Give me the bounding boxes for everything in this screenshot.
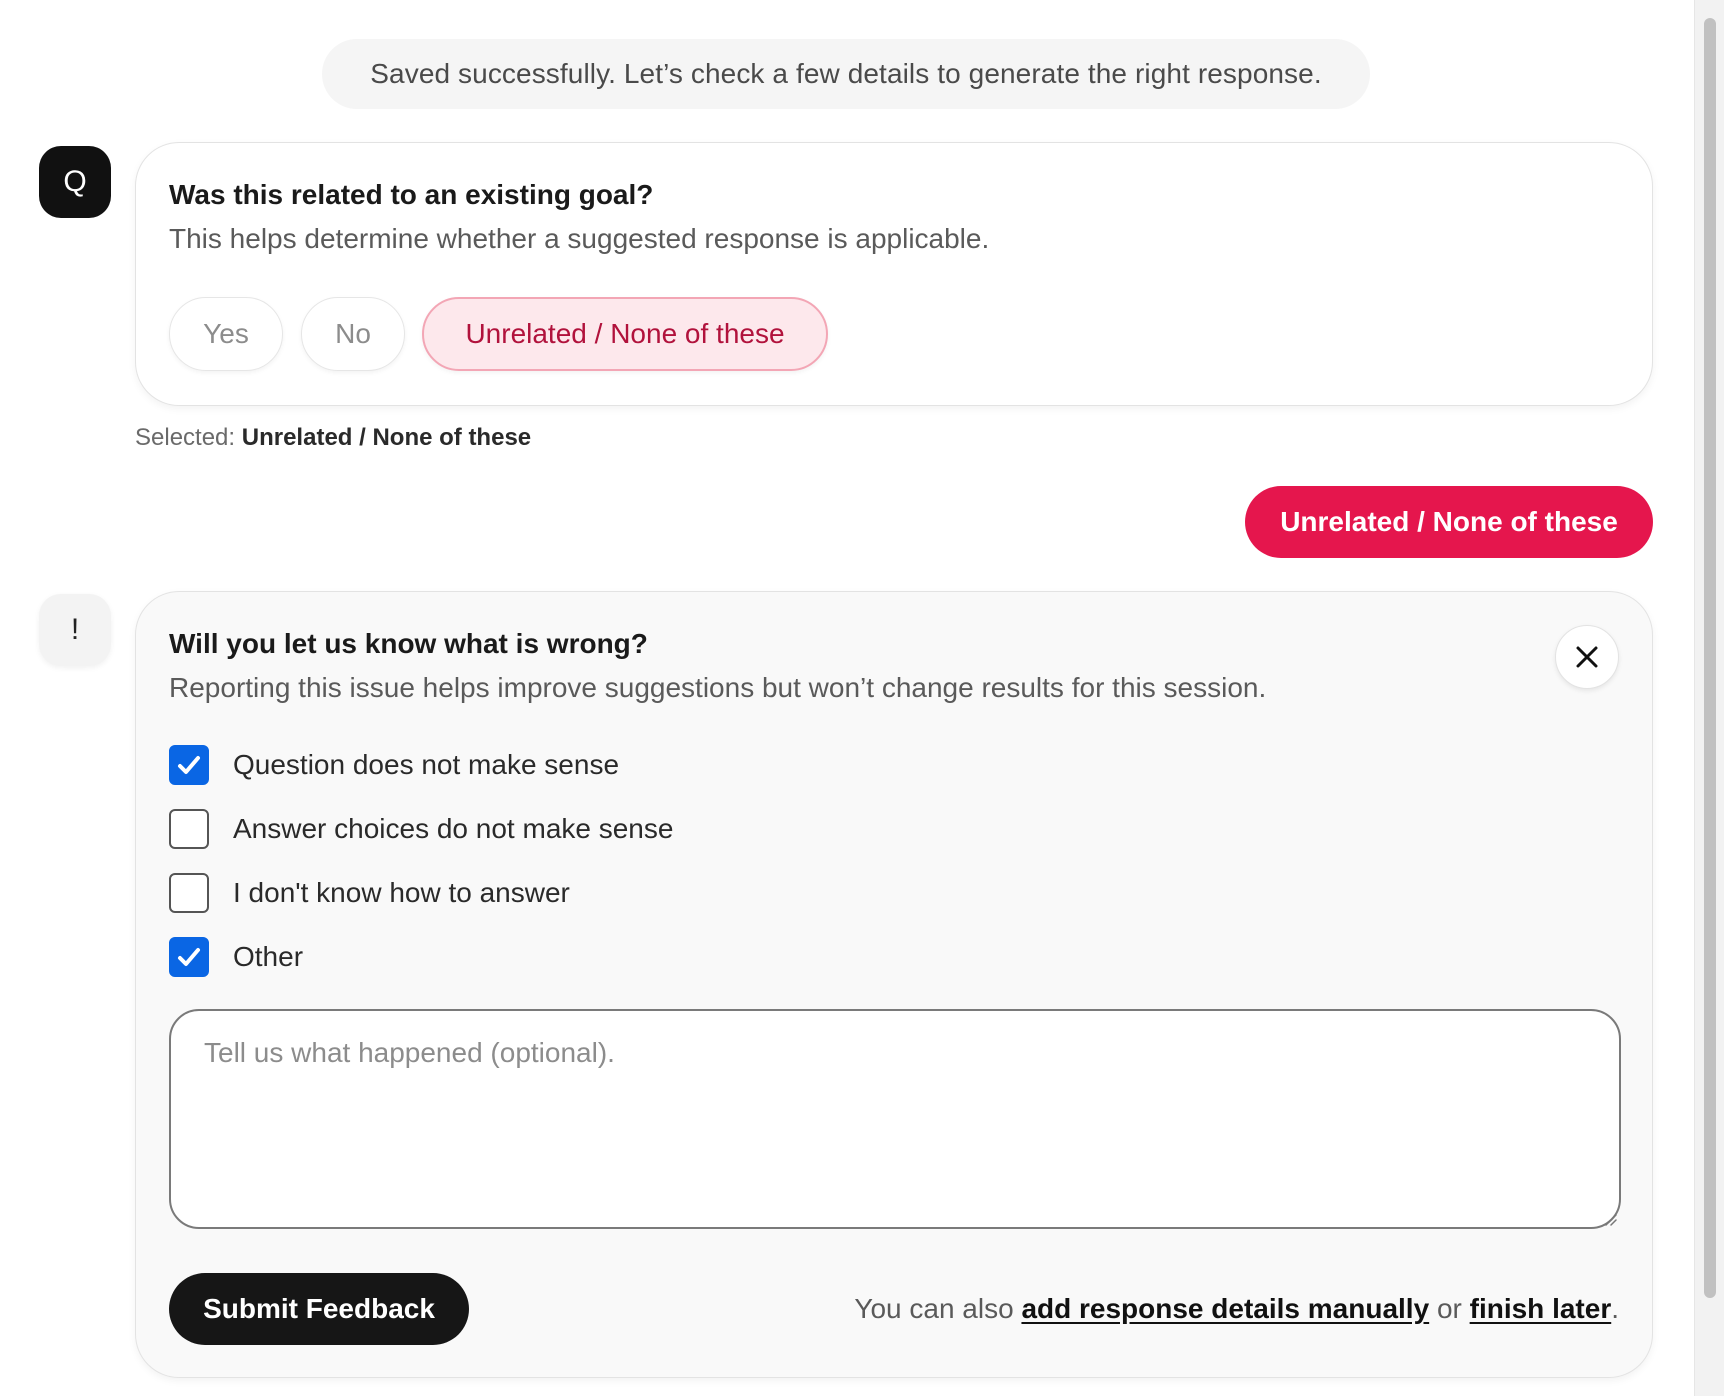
checkmark-icon	[178, 948, 200, 966]
selection-summary-prefix: Selected:	[135, 424, 236, 451]
choice-yes-button[interactable]: Yes	[169, 297, 283, 371]
scrollbar-thumb[interactable]	[1704, 18, 1716, 1298]
option-question-nonsense[interactable]: Question does not make sense	[169, 744, 619, 786]
add-details-manually-link[interactable]: add response details manually	[1021, 1293, 1429, 1324]
option-label: Answer choices do not make sense	[233, 813, 674, 844]
resize-grip-icon[interactable]	[1603, 1212, 1617, 1226]
option-dont-know[interactable]: I don't know how to answer	[169, 872, 570, 914]
footer-suffix: .	[1611, 1293, 1619, 1324]
finish-later-link[interactable]: finish later	[1470, 1293, 1612, 1324]
checkbox-dont-know[interactable]	[169, 873, 209, 913]
goal-question-subtitle: This helps determine whether a suggested…	[169, 223, 990, 254]
choice-unrelated-button[interactable]: Unrelated / None of these	[422, 297, 828, 371]
checkbox-answers-nonsense[interactable]	[169, 809, 209, 849]
checkbox-question-nonsense[interactable]	[169, 745, 209, 785]
selection-summary: Selected: Unrelated / None of these	[135, 424, 531, 452]
feedback-textarea[interactable]	[169, 1009, 1621, 1229]
checkbox-other[interactable]	[169, 937, 209, 977]
goal-question-card: Was this related to an existing goal? Th…	[135, 142, 1653, 406]
option-label: I don't know how to answer	[233, 877, 570, 908]
choice-no-button[interactable]: No	[301, 297, 405, 371]
option-answers-nonsense[interactable]: Answer choices do not make sense	[169, 808, 673, 850]
status-message: Saved successfully. Let’s check a few de…	[322, 39, 1370, 109]
user-answer-bubble: Unrelated / None of these	[1245, 486, 1653, 558]
issue-report-subtitle: Reporting this issue helps improve sugge…	[169, 672, 1267, 703]
question-avatar: Q	[39, 146, 111, 218]
footer-note: You can also add response details manual…	[854, 1293, 1619, 1325]
selection-summary-value: Unrelated / None of these	[241, 424, 532, 451]
goal-question-title: Was this related to an existing goal?	[169, 179, 654, 210]
option-label: Question does not make sense	[233, 749, 620, 780]
close-button[interactable]	[1555, 625, 1619, 689]
submit-feedback-button[interactable]: Submit Feedback	[169, 1273, 469, 1345]
checkmark-icon	[178, 756, 200, 774]
issue-report-title: Will you let us know what is wrong?	[169, 628, 648, 659]
footer-middle: or	[1436, 1293, 1462, 1324]
footer-prefix: You can also	[854, 1293, 1014, 1324]
option-label: Other	[233, 941, 304, 972]
issue-avatar: !	[39, 594, 111, 666]
issue-report-card: Will you let us know what is wrong? Repo…	[135, 591, 1653, 1378]
option-other[interactable]: Other	[169, 936, 303, 978]
scrollbar[interactable]	[1694, 0, 1724, 1396]
close-icon	[1576, 646, 1598, 668]
